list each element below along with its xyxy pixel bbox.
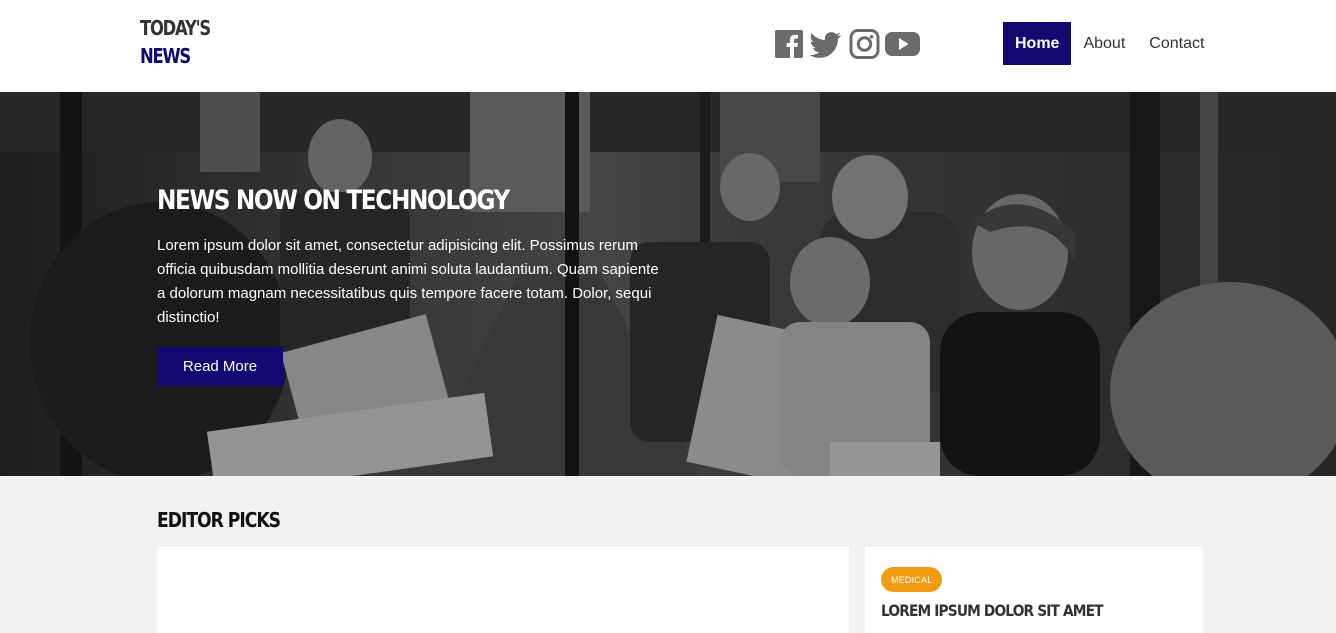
- nav-contact[interactable]: Contact: [1137, 22, 1216, 65]
- main-nav: Home About Contact: [1003, 22, 1216, 65]
- instagram-icon[interactable]: [846, 28, 884, 60]
- hero-banner: NEWS NOW ON TECHNOLOGY Lorem ipsum dolor…: [0, 92, 1336, 476]
- featured-pick-card[interactable]: [157, 547, 849, 633]
- site-header: TODAY'S NEWS Home About Contact: [0, 0, 1336, 92]
- logo-line-1: TODAY'S: [140, 16, 211, 40]
- social-links: [774, 28, 922, 60]
- twitter-icon[interactable]: [804, 28, 846, 60]
- side-pick-title[interactable]: LOREM IPSUM DOLOR SIT AMET: [881, 601, 1104, 620]
- hero-title: NEWS NOW ON TECHNOLOGY: [157, 185, 510, 216]
- side-pick-card[interactable]: MEDICAL LOREM IPSUM DOLOR SIT AMET: [865, 547, 1203, 633]
- editor-picks-title: EDITOR PICKS: [157, 508, 281, 532]
- nav-about[interactable]: About: [1071, 22, 1137, 65]
- facebook-icon[interactable]: [774, 28, 804, 60]
- site-logo[interactable]: TODAY'S NEWS: [140, 14, 211, 70]
- read-more-button[interactable]: Read More: [157, 347, 283, 386]
- category-badge[interactable]: MEDICAL: [881, 567, 943, 592]
- hero-content: NEWS NOW ON TECHNOLOGY Lorem ipsum dolor…: [157, 184, 677, 386]
- hero-description: Lorem ipsum dolor sit amet, consectetur …: [157, 237, 659, 326]
- youtube-icon[interactable]: [884, 28, 922, 60]
- logo-line-2: NEWS: [140, 44, 191, 68]
- nav-home[interactable]: Home: [1003, 22, 1072, 65]
